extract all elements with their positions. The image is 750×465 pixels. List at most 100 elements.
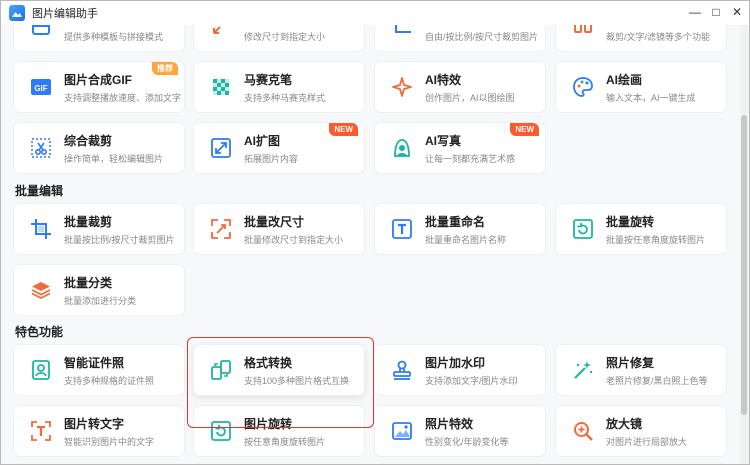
tool-card-photo-effect[interactable]: 照片特效 性别变化/年龄变化等 [375,406,545,456]
crop-icon [391,25,413,37]
tool-card-id-photo[interactable]: 智能证件照 支持多种规格的证件照 [14,345,184,395]
maximize-button[interactable]: □ [710,5,722,19]
card-desc: 支持多种马赛克样式 [244,93,326,103]
title-bar: 图片编辑助手 — □ ✕ [1,1,749,25]
stamp-icon [391,359,413,381]
scrollbar-thumb[interactable] [741,115,747,415]
palette-icon [572,76,594,98]
tool-card-magnifier[interactable]: 放大镜 对图片进行局部放大 [556,406,726,456]
tool-card-image-rotate[interactable]: 图片旋转 按任意角度旋转图片 [194,406,364,456]
close-button[interactable]: ✕ [731,5,743,19]
section-title-special: 特色功能 [15,325,64,339]
card-title: 照片修复 [606,356,655,370]
convert-icon [210,359,232,381]
gif-icon: GIF [30,76,52,98]
card-desc: 性别变化/年龄变化等 [425,437,509,447]
expand-icon [210,137,232,159]
magic-wand-icon [572,359,594,381]
card-title: 综合裁剪 [64,134,113,148]
tool-card-ai-portrait[interactable]: AI写真 让每一刻都充满艺术感 NEW [375,123,545,173]
tool-card-batch-resize[interactable]: 批量改尺寸 批量修改尺寸到指定大小 [194,204,364,254]
card-desc: 批量重命名图片名称 [425,235,507,245]
card-desc: 批量按比例/按尺寸裁剪图片 [64,235,175,245]
card-desc: 支持100多种图片格式互换 [244,376,350,386]
card-title: 马赛克笔 [244,73,293,87]
tool-card-ai-effect[interactable]: AI特效 创作图片，AI以图绘图 [375,62,545,112]
layout-icon [30,25,52,37]
tool-card-image-to-text[interactable]: 图片转文字 智能识别图片中的文字 [14,406,184,456]
card-title: 图片加水印 [425,356,486,370]
card-desc: 批量添加进行分类 [64,296,137,306]
card-desc: 老照片修复/黑白照上色等 [606,376,708,386]
card-desc: 支持调整播放速度、添加文字 [64,93,182,103]
tool-card-batch-rotate[interactable]: 批量旋转 批量按任意角度旋转图片 [556,204,726,254]
new-badge: NEW [329,123,358,136]
card-title: 照片特效 [425,417,474,431]
zoom-icon [572,420,594,442]
section-title-batch: 批量编辑 [15,184,64,198]
tool-card-crop[interactable]: 自由/按比例/按尺寸裁剪图片 [375,25,545,51]
batch-crop-icon [30,218,52,240]
tool-card-ai-expand[interactable]: AI扩图 拓展图片内容 NEW [194,123,364,173]
app-title: 图片编辑助手 [32,8,98,20]
tool-card-photo-repair[interactable]: 照片修复 老照片修复/黑白照上色等 [556,345,726,395]
sparkle-icon [391,76,413,98]
card-desc: 裁剪/文字/滤镜等多个功能 [606,32,711,42]
scissors-icon [30,137,52,159]
text-recognize-icon [30,420,52,442]
vertical-scrollbar[interactable] [740,25,748,464]
card-title: AI特效 [425,73,462,87]
layers-icon [30,279,52,301]
svg-text:GIF: GIF [34,84,47,93]
card-desc: 拓展图片内容 [244,154,299,164]
card-desc: 创作图片，AI以图绘图 [425,93,515,103]
card-desc: 批量按任意角度旋转图片 [606,235,706,245]
card-desc: 修改尺寸到指定大小 [244,32,326,42]
app-logo-icon [9,5,25,21]
batch-resize-icon [210,218,232,240]
card-desc: 自由/按比例/按尺寸裁剪图片 [425,32,539,42]
card-title: 图片旋转 [244,417,293,431]
card-title: 批量改尺寸 [244,215,305,229]
tool-card-batch-rename[interactable]: 批量重命名 批量重命名图片名称 [375,204,545,254]
card-title: 格式转换 [244,356,293,370]
tool-card-mosaic[interactable]: 马赛克笔 支持多种马赛克样式 [194,62,364,112]
portrait-icon [391,137,413,159]
multi-tool-icon [572,25,594,37]
card-title: AI绘画 [606,73,643,87]
tool-card-ai-paint[interactable]: AI绘画 输入文本，AI一键生成 [556,62,726,112]
minimize-button[interactable]: — [689,5,701,19]
tool-card-layout[interactable]: 提供多种模板与拼接模式 [14,25,184,51]
card-desc: 智能识别图片中的文字 [64,437,155,447]
tool-grid: 提供多种模板与拼接模式 修改尺寸到指定大小 自由/按比例/按尺寸裁剪图片 裁剪/… [1,25,741,464]
tool-card-batch-crop[interactable]: 批量裁剪 批量按比例/按尺寸裁剪图片 [14,204,184,254]
card-desc: 操作简单，轻松编辑图片 [64,154,164,164]
tool-card-batch-classify[interactable]: 批量分类 批量添加进行分类 [14,265,184,315]
tool-card-multi[interactable]: 裁剪/文字/滤镜等多个功能 [556,25,726,51]
rotate-icon [210,420,232,442]
resize-icon [210,25,232,37]
card-desc: 让每一刻都充满艺术感 [425,154,516,164]
card-desc: 输入文本，AI一键生成 [606,93,696,103]
card-title: 智能证件照 [64,356,125,370]
card-desc: 对图片进行局部放大 [606,437,688,447]
card-desc: 支持添加文字/图片水印 [425,376,518,386]
card-title: AI扩图 [244,134,281,148]
app-window: 图片编辑助手 — □ ✕ 提供多种模板与拼接模式 修改尺寸到指定大小 自由/按比… [0,0,750,465]
tool-card-crop-all[interactable]: 综合裁剪 操作简单，轻松编辑图片 [14,123,184,173]
card-title: AI写真 [425,134,462,148]
card-title: 放大镜 [606,417,643,431]
card-title: 批量分类 [64,276,113,290]
card-desc: 批量修改尺寸到指定大小 [244,235,344,245]
id-photo-icon [30,359,52,381]
tool-card-watermark[interactable]: 图片加水印 支持添加文字/图片水印 [375,345,545,395]
card-title: 批量裁剪 [64,215,113,229]
card-title: 图片合成GIF [64,73,132,87]
tool-card-format-convert[interactable]: 格式转换 支持100多种图片格式互换 [194,345,364,395]
effect-icon [391,420,413,442]
card-desc: 支持多种规格的证件照 [64,376,155,386]
tool-card-resize[interactable]: 修改尺寸到指定大小 [194,25,364,51]
tool-card-gif[interactable]: GIF 图片合成GIF 支持调整播放速度、添加文字 推荐 [14,62,184,112]
card-title: 批量重命名 [425,215,486,229]
mosaic-icon [210,76,232,98]
